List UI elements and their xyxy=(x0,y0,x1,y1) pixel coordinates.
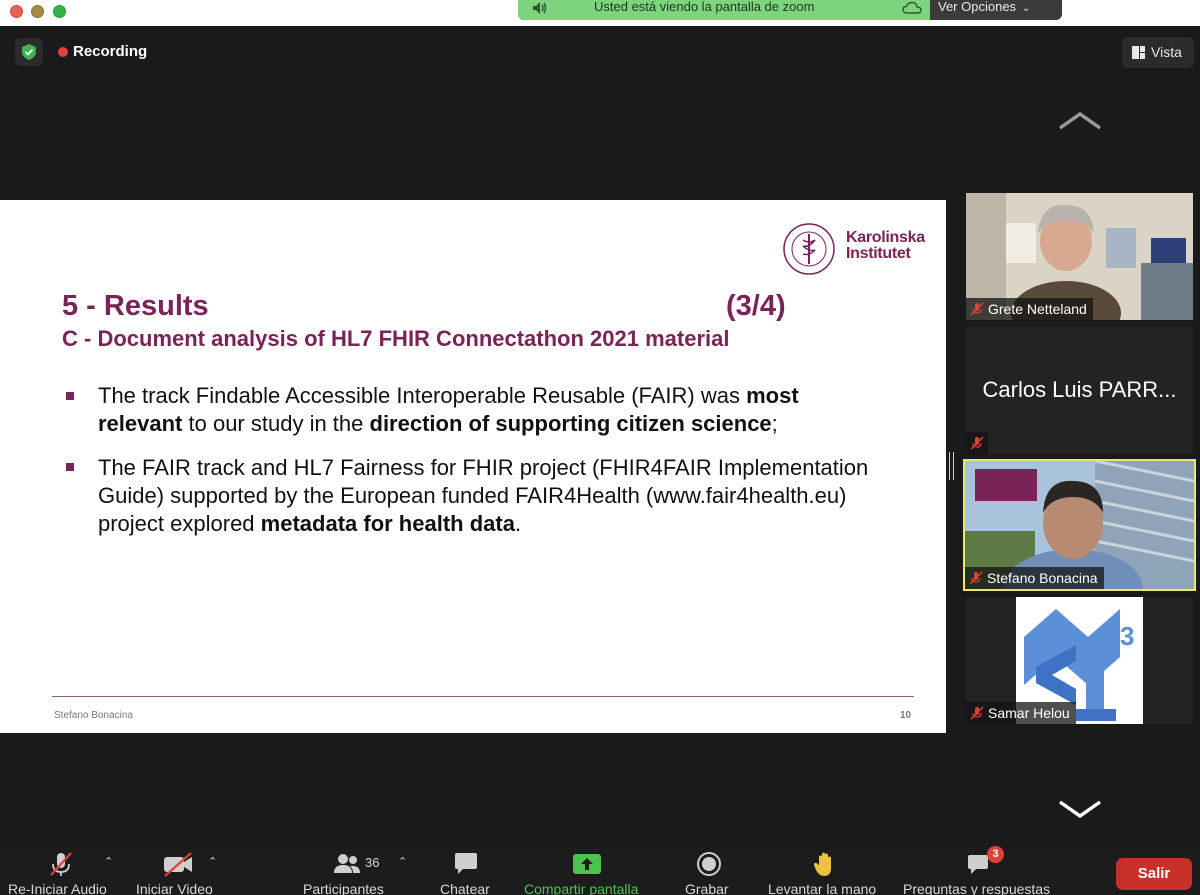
cloud-recording-icon xyxy=(902,1,922,14)
slide-subtitle: C - Document analysis of HL7 FHIR Connec… xyxy=(62,326,730,351)
screen-share-banner: Usted está viendo la pantalla de zoom Ve… xyxy=(518,0,1062,20)
shared-screen-slide: Karolinska Institutet 5 - Results (3/4) … xyxy=(0,200,946,733)
raise-hand-label: Levantar la mano xyxy=(768,881,877,895)
record-button[interactable]: Grabar xyxy=(676,843,744,895)
microphone-muted-icon xyxy=(970,436,984,450)
participant-name-large: Carlos Luis PARR... xyxy=(982,377,1177,402)
video-button-label: Iniciar Video xyxy=(136,881,213,895)
raise-hand-button[interactable]: Levantar la mano xyxy=(762,843,890,895)
record-icon xyxy=(697,852,721,876)
participant-name-tag: Samar Helou xyxy=(966,702,1076,724)
meeting-toolbar: ⌃ Re-Iniciar Audio ⌃ Iniciar Video 36 ⌃ … xyxy=(0,843,1200,895)
slide-title: 5 - Results xyxy=(62,290,209,322)
microphone-muted-icon xyxy=(970,706,984,720)
video-camera-off-icon xyxy=(164,852,192,877)
participant-name: Grete Netteland xyxy=(988,301,1087,317)
participant-name-tag: Stefano Bonacina xyxy=(965,567,1104,589)
karolinska-seal-icon xyxy=(783,223,835,275)
bullet-1-text-a: The track Findable Accessible Interopera… xyxy=(98,383,747,408)
chevron-down-icon: ⌄ xyxy=(1022,3,1031,14)
scroll-up-icon[interactable] xyxy=(1058,108,1102,132)
logo-line-1: Karolinska xyxy=(846,229,925,246)
microphone-muted-icon xyxy=(970,302,984,316)
participant-name: Samar Helou xyxy=(988,705,1070,721)
qa-button-label: Preguntas y respuestas xyxy=(903,881,1051,895)
video-options-caret[interactable]: ⌃ xyxy=(208,855,217,868)
participants-icon xyxy=(334,854,360,873)
view-button-label: Vista xyxy=(1151,44,1182,60)
participants-button[interactable]: 36 ⌃ Participantes xyxy=(300,843,420,895)
speaker-icon xyxy=(533,2,547,14)
bullet-marker xyxy=(66,392,74,400)
bullet-1-text-c: ; xyxy=(771,411,778,436)
chat-button[interactable]: Chatear xyxy=(430,843,502,895)
minimize-window-button[interactable] xyxy=(31,5,44,18)
bullet-text-1: The track Findable Accessible Interopera… xyxy=(98,382,888,438)
svg-text:3: 3 xyxy=(1120,621,1134,651)
chat-button-label: Chatear xyxy=(440,881,490,895)
participant-name-tag: Grete Netteland xyxy=(966,298,1093,320)
view-options-dropdown[interactable]: Ver Opciones ⌄ xyxy=(938,0,1030,14)
scroll-down-icon[interactable] xyxy=(1058,798,1102,822)
muted-indicator xyxy=(966,432,988,454)
bullet-text-2: The FAIR track and HL7 Fairness for FHIR… xyxy=(98,454,888,538)
share-status-text: Usted está viendo la pantalla de zoom xyxy=(594,0,815,14)
participants-button-label: Participantes xyxy=(303,881,384,895)
slide-page-indicator: (3/4) xyxy=(726,290,786,322)
chat-bubble-icon xyxy=(455,853,477,874)
participants-options-caret[interactable]: ⌃ xyxy=(398,855,407,868)
qa-notification-badge: 3 xyxy=(987,846,1004,863)
security-shield-icon[interactable] xyxy=(15,38,43,66)
maximize-window-button[interactable] xyxy=(53,5,66,18)
share-status-bar: Usted está viendo la pantalla de zoom xyxy=(518,0,930,20)
video-button[interactable]: ⌃ Iniciar Video xyxy=(130,843,230,895)
bullet-1-bold-b: direction of supporting citizen science xyxy=(369,411,772,436)
karolinska-logo-text: Karolinska Institutet xyxy=(846,230,925,262)
audio-options-caret[interactable]: ⌃ xyxy=(104,855,113,868)
audio-button-label: Re-Iniciar Audio xyxy=(8,881,107,895)
logo-line-2: Institutet xyxy=(846,245,911,262)
leave-meeting-button[interactable]: Salir xyxy=(1116,858,1192,890)
record-button-label: Grabar xyxy=(685,881,729,895)
participant-tile[interactable]: Grete Netteland xyxy=(966,193,1193,320)
participant-tile-active-speaker[interactable]: Stefano Bonacina xyxy=(963,459,1196,591)
qa-button[interactable]: Preguntas y respuestas xyxy=(898,843,1068,895)
audio-button[interactable]: ⌃ Re-Iniciar Audio xyxy=(0,843,125,895)
view-options-label: Ver Opciones xyxy=(938,0,1017,14)
slide-footer-rule xyxy=(52,696,914,697)
bullet-1-text-b: to our study in the xyxy=(182,411,370,436)
participant-name: Stefano Bonacina xyxy=(987,570,1098,586)
recording-label: Recording xyxy=(73,43,148,60)
participants-count: 36 xyxy=(365,855,380,870)
slide-author: Stefano Bonacina xyxy=(54,710,133,721)
share-screen-button[interactable]: Compartir pantalla xyxy=(518,843,658,895)
participant-tile[interactable]: Carlos Luis PARR... xyxy=(966,327,1193,454)
close-window-button[interactable] xyxy=(10,5,23,18)
resize-handle[interactable] xyxy=(949,452,954,480)
participant-tile[interactable]: 3 Samar Helou xyxy=(966,597,1193,724)
microphone-muted-icon xyxy=(969,571,983,585)
bullet-2-text-b: . xyxy=(514,511,522,536)
zoom-meeting-window: Usted está viendo la pantalla de zoom Ve… xyxy=(0,0,1200,895)
share-screen-icon xyxy=(573,854,601,874)
microphone-muted-icon xyxy=(50,852,72,876)
slide-number: 10 xyxy=(900,710,912,721)
bullet-marker xyxy=(66,463,74,471)
bullet-2-bold-a: metadata for health data xyxy=(260,511,515,536)
raised-hand-icon xyxy=(813,852,831,876)
view-button[interactable]: Vista xyxy=(1122,37,1194,68)
share-screen-label: Compartir pantalla xyxy=(524,881,639,895)
recording-indicator-icon xyxy=(58,47,68,57)
grid-view-icon xyxy=(1132,46,1145,59)
